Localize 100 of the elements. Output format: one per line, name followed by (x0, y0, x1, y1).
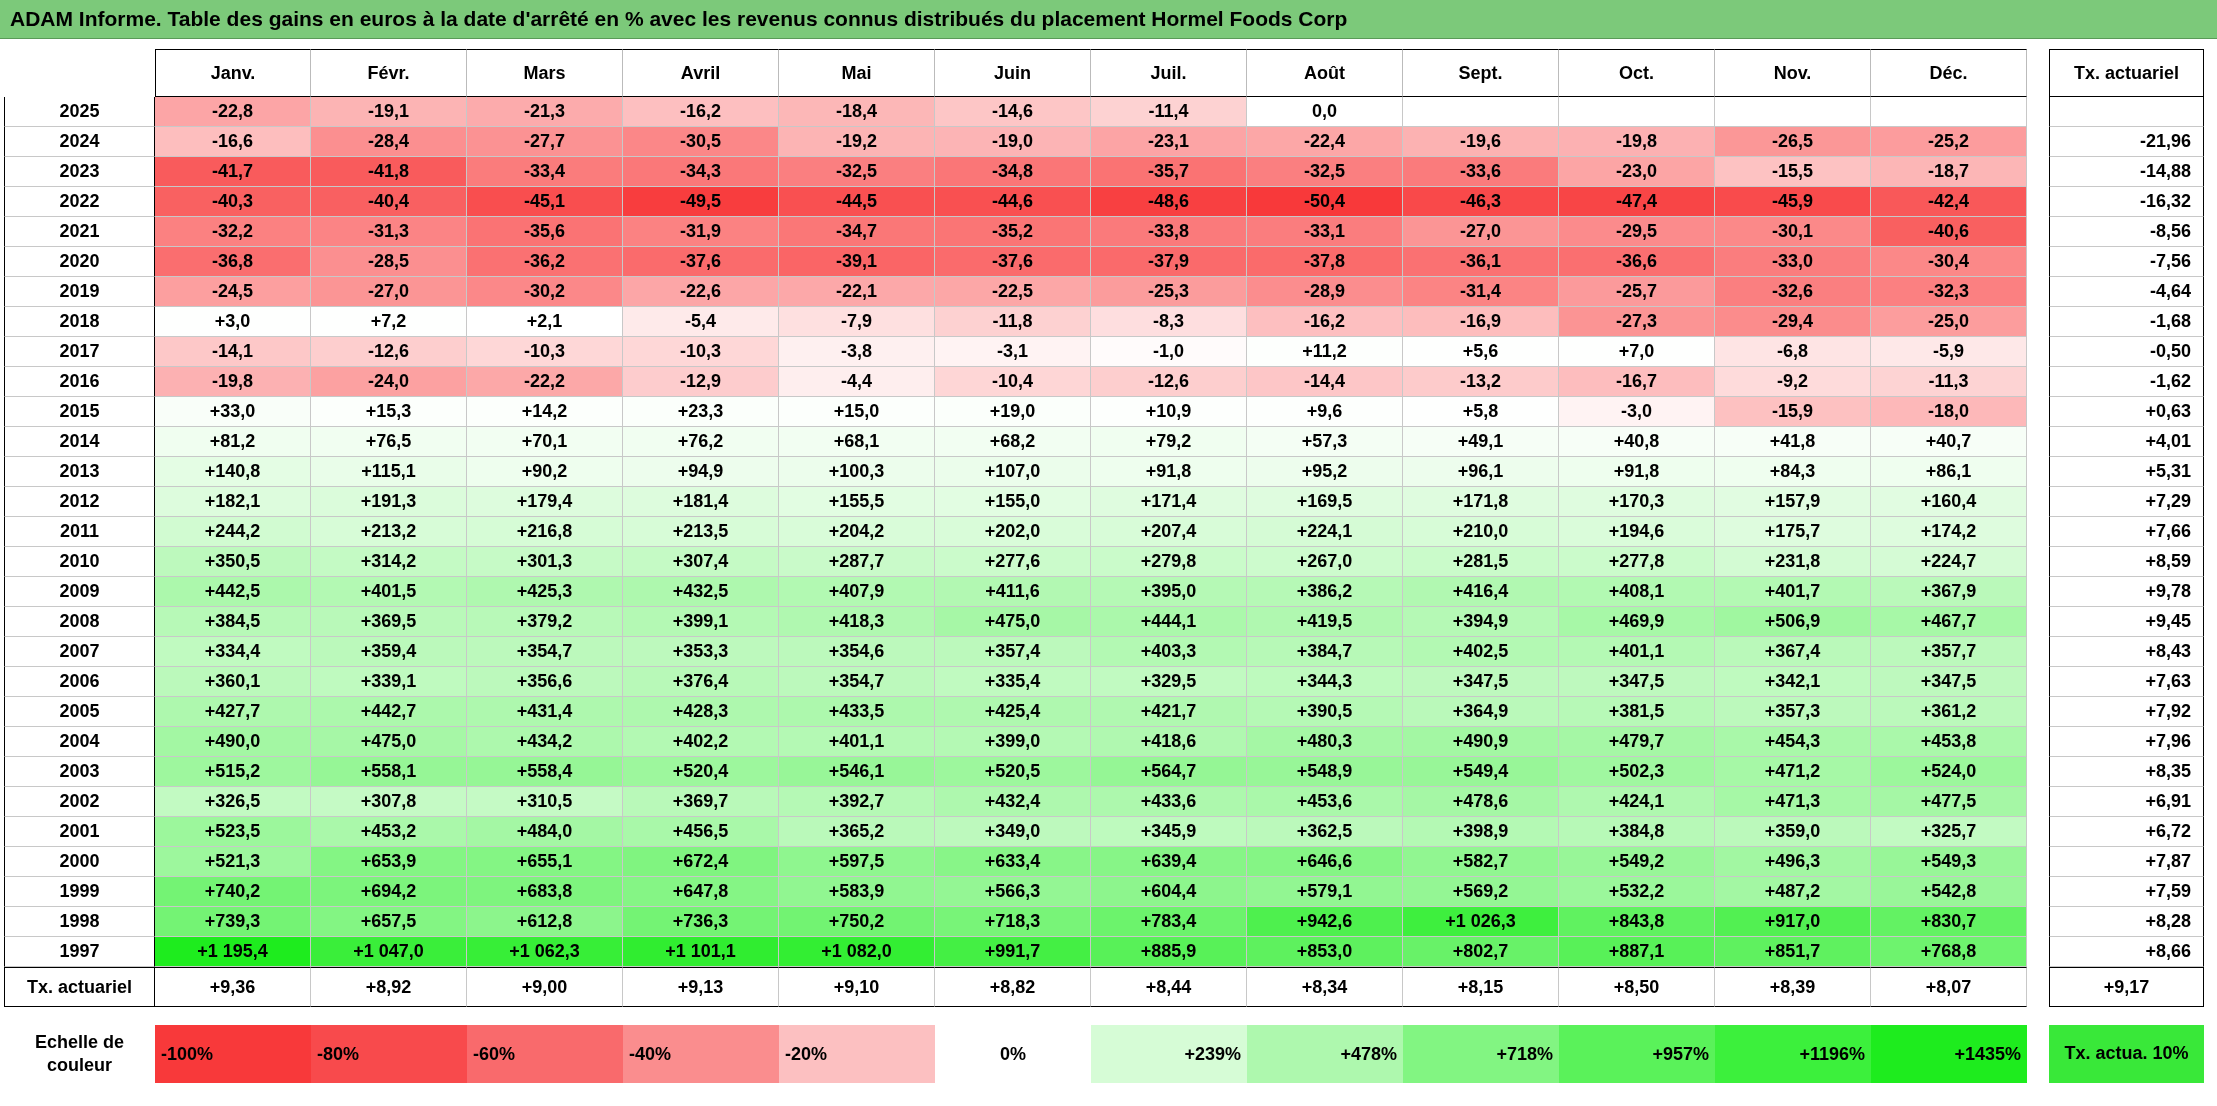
value-cell: +398,9 (1403, 817, 1559, 847)
value-cell: +456,5 (623, 817, 779, 847)
value-cell: +365,2 (779, 817, 935, 847)
value-cell: +399,1 (623, 607, 779, 637)
value-cell: +76,2 (623, 427, 779, 457)
value-cell: +96,1 (1403, 457, 1559, 487)
rate-cell: -7,56 (2049, 247, 2204, 277)
rate-cell: +8,59 (2049, 547, 2204, 577)
value-cell: -33,8 (1091, 217, 1247, 247)
value-cell: +49,1 (1403, 427, 1559, 457)
year-cell: 2013 (4, 457, 155, 487)
value-cell: +174,2 (1871, 517, 2027, 547)
value-cell: -11,4 (1091, 97, 1247, 127)
value-cell: -13,2 (1403, 367, 1559, 397)
value-cell: +736,3 (623, 907, 779, 937)
value-cell: -4,4 (779, 367, 935, 397)
value-cell: -29,5 (1559, 217, 1715, 247)
value-cell: +5,8 (1403, 397, 1559, 427)
month-header: Mai (779, 49, 935, 97)
value-cell: +349,0 (935, 817, 1091, 847)
value-cell: +597,5 (779, 847, 935, 877)
value-cell: -6,8 (1715, 337, 1871, 367)
value-cell: +520,5 (935, 757, 1091, 787)
value-cell: -41,7 (155, 157, 311, 187)
value-cell: +1 195,4 (155, 937, 311, 967)
rate-cell: +4,01 (2049, 427, 2204, 457)
value-cell: -11,8 (935, 307, 1091, 337)
rate-cell: +6,72 (2049, 817, 2204, 847)
month-header: Sept. (1403, 49, 1559, 97)
value-cell: -32,5 (779, 157, 935, 187)
value-cell: -22,8 (155, 97, 311, 127)
value-cell: +453,8 (1871, 727, 2027, 757)
value-cell: -45,1 (467, 187, 623, 217)
value-cell: -32,3 (1871, 277, 2027, 307)
year-cell: 2004 (4, 727, 155, 757)
value-cell: +281,5 (1403, 547, 1559, 577)
value-cell: +33,0 (155, 397, 311, 427)
value-cell: +384,7 (1247, 637, 1403, 667)
value-cell: -48,6 (1091, 187, 1247, 217)
value-cell: -44,5 (779, 187, 935, 217)
value-cell: +427,7 (155, 697, 311, 727)
rate-cell: +7,66 (2049, 517, 2204, 547)
value-cell: +216,8 (467, 517, 623, 547)
value-cell: +84,3 (1715, 457, 1871, 487)
value-cell: +325,7 (1871, 817, 2027, 847)
year-cell: 2018 (4, 307, 155, 337)
value-cell: +279,8 (1091, 547, 1247, 577)
value-cell: +224,7 (1871, 547, 2027, 577)
value-cell: -36,1 (1403, 247, 1559, 277)
scale-swatch: +1435% (1871, 1025, 2027, 1083)
value-cell: +424,1 (1559, 787, 1715, 817)
value-cell: +523,5 (155, 817, 311, 847)
scale-swatch: +478% (1247, 1025, 1403, 1083)
value-cell: +694,2 (311, 877, 467, 907)
summary-cell: +9,00 (467, 967, 623, 1007)
value-cell: -22,2 (467, 367, 623, 397)
scale-label: Echelle de couleur (33, 1030, 125, 1077)
value-cell: +683,8 (467, 877, 623, 907)
value-cell: +307,8 (311, 787, 467, 817)
value-cell: -18,0 (1871, 397, 2027, 427)
value-cell: +9,6 (1247, 397, 1403, 427)
value-cell: +1 062,3 (467, 937, 623, 967)
value-cell: +425,4 (935, 697, 1091, 727)
value-cell: -16,7 (1559, 367, 1715, 397)
value-cell: +155,5 (779, 487, 935, 517)
value-cell: +182,1 (155, 487, 311, 517)
value-cell: -34,3 (623, 157, 779, 187)
rate-cell: +7,96 (2049, 727, 2204, 757)
month-header: Nov. (1715, 49, 1871, 97)
scale-swatch: -80% (311, 1025, 467, 1083)
value-cell: -3,1 (935, 337, 1091, 367)
value-cell: +40,7 (1871, 427, 2027, 457)
value-cell: +991,7 (935, 937, 1091, 967)
value-cell: +160,4 (1871, 487, 2027, 517)
value-cell: +244,2 (155, 517, 311, 547)
year-cell: 2016 (4, 367, 155, 397)
value-cell: +140,8 (155, 457, 311, 487)
value-cell: -40,4 (311, 187, 467, 217)
rate-scale-swatch: Tx. actua. 10% (2049, 1025, 2204, 1083)
year-cell: 2019 (4, 277, 155, 307)
value-cell: -45,9 (1715, 187, 1871, 217)
value-cell: +169,5 (1247, 487, 1403, 517)
value-cell: +475,0 (311, 727, 467, 757)
value-cell: +204,2 (779, 517, 935, 547)
value-cell: +157,9 (1715, 487, 1871, 517)
value-cell: -29,4 (1715, 307, 1871, 337)
value-cell: +564,7 (1091, 757, 1247, 787)
value-cell: +345,9 (1091, 817, 1247, 847)
value-cell: -32,6 (1715, 277, 1871, 307)
value-cell: -27,0 (311, 277, 467, 307)
value-cell: +532,2 (1559, 877, 1715, 907)
value-cell: -31,3 (311, 217, 467, 247)
value-cell: +524,0 (1871, 757, 2027, 787)
value-cell: -33,4 (467, 157, 623, 187)
summary-cell: +9,10 (779, 967, 935, 1007)
value-cell: -30,4 (1871, 247, 2027, 277)
year-cell: 2009 (4, 577, 155, 607)
value-cell: -33,6 (1403, 157, 1559, 187)
value-cell: +81,2 (155, 427, 311, 457)
rate-cell: -8,56 (2049, 217, 2204, 247)
